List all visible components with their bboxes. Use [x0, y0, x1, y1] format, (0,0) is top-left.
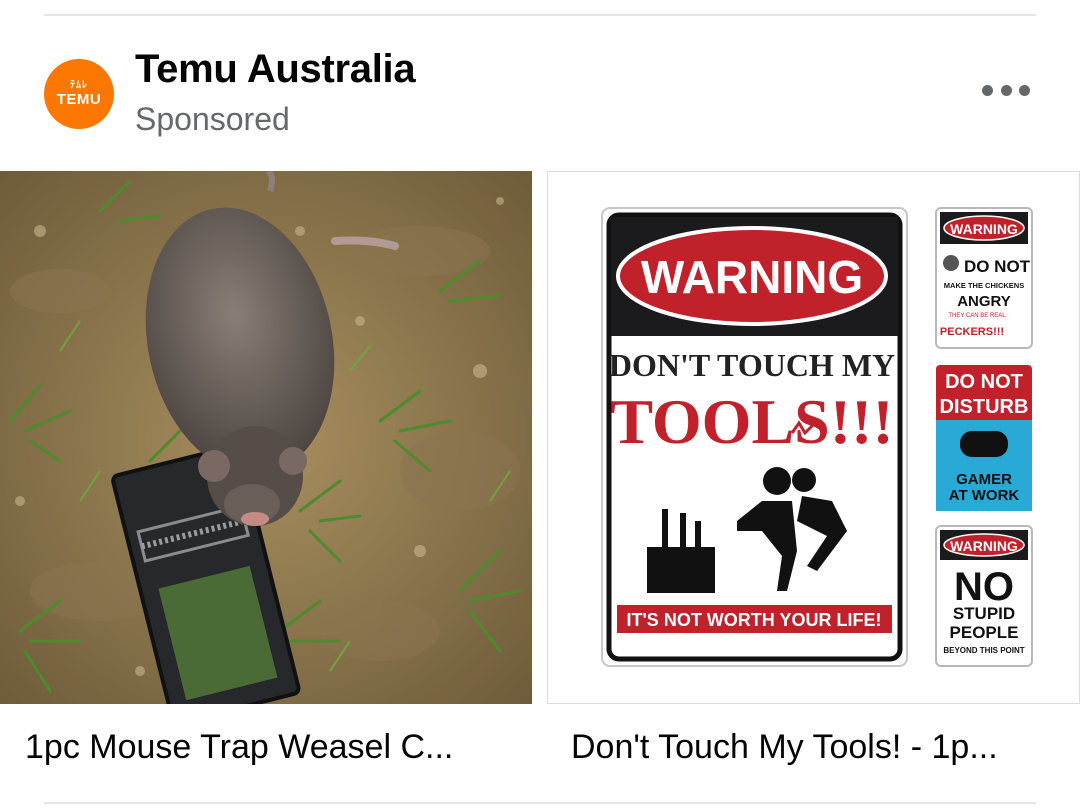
avatar-logo-line2: TEMU	[56, 91, 102, 108]
gamer-sign-line2: DISTURB	[940, 396, 1029, 418]
main-sign-line2: TOOLS!!!	[610, 386, 893, 457]
carousel-caption-1[interactable]: 1pc Mouse Trap Weasel C...	[25, 728, 495, 767]
page-name[interactable]: Temu Australia	[135, 47, 416, 92]
carousel-card-2[interactable]: WARNING DON'T TOUCH MY TOOLS!!! IT'S NOT…	[547, 171, 1080, 704]
stupid-sign-line4: BEYOND THIS POINT	[943, 646, 1024, 655]
gamer-sign-line3: GAMER	[956, 471, 1012, 488]
carousel-card-1[interactable]	[0, 171, 532, 704]
main-sign-line1: DON'T TOUCH MY	[609, 347, 895, 383]
rat-trap-image	[0, 171, 532, 704]
warning-signs-image: WARNING DON'T TOUCH MY TOOLS!!! IT'S NOT…	[547, 171, 1080, 704]
gamer-sign-line4: AT WORK	[949, 487, 1020, 504]
bottom-divider	[44, 802, 1036, 804]
chickens-sign-header: WARNING	[950, 221, 1018, 237]
top-divider	[44, 14, 1036, 16]
chickens-sign-line4: THEY CAN BE REAL	[948, 313, 1006, 319]
sponsored-label[interactable]: Sponsored	[135, 101, 290, 138]
temu-avatar[interactable]: ﾃﾑﾚ TEMU	[44, 59, 114, 129]
chickens-sign-line3: ANGRY	[957, 293, 1011, 310]
chickens-sign-line5: PECKERS!!!	[940, 326, 1004, 338]
chickens-sign-line2: MAKE THE CHICKENS	[944, 281, 1024, 290]
more-options-icon[interactable]	[982, 78, 1030, 102]
stupid-sign-header: WARNING	[950, 538, 1018, 554]
main-sign-footer: IT'S NOT WORTH YOUR LIFE!	[627, 610, 882, 630]
stupid-sign-line3: PEOPLE	[950, 623, 1019, 642]
gamer-sign-line1: DO NOT	[945, 371, 1023, 393]
post-header: ﾃﾑﾚ TEMU Temu Australia Sponsored	[44, 47, 1036, 138]
carousel-caption-2[interactable]: Don't Touch My Tools! - 1p...	[571, 728, 1051, 767]
chickens-sign-line1: DO NOT	[964, 257, 1031, 276]
stupid-sign-line1: NO	[954, 565, 1014, 609]
main-sign-header: WARNING	[641, 251, 863, 303]
stupid-sign-line2: STUPID	[953, 604, 1015, 623]
